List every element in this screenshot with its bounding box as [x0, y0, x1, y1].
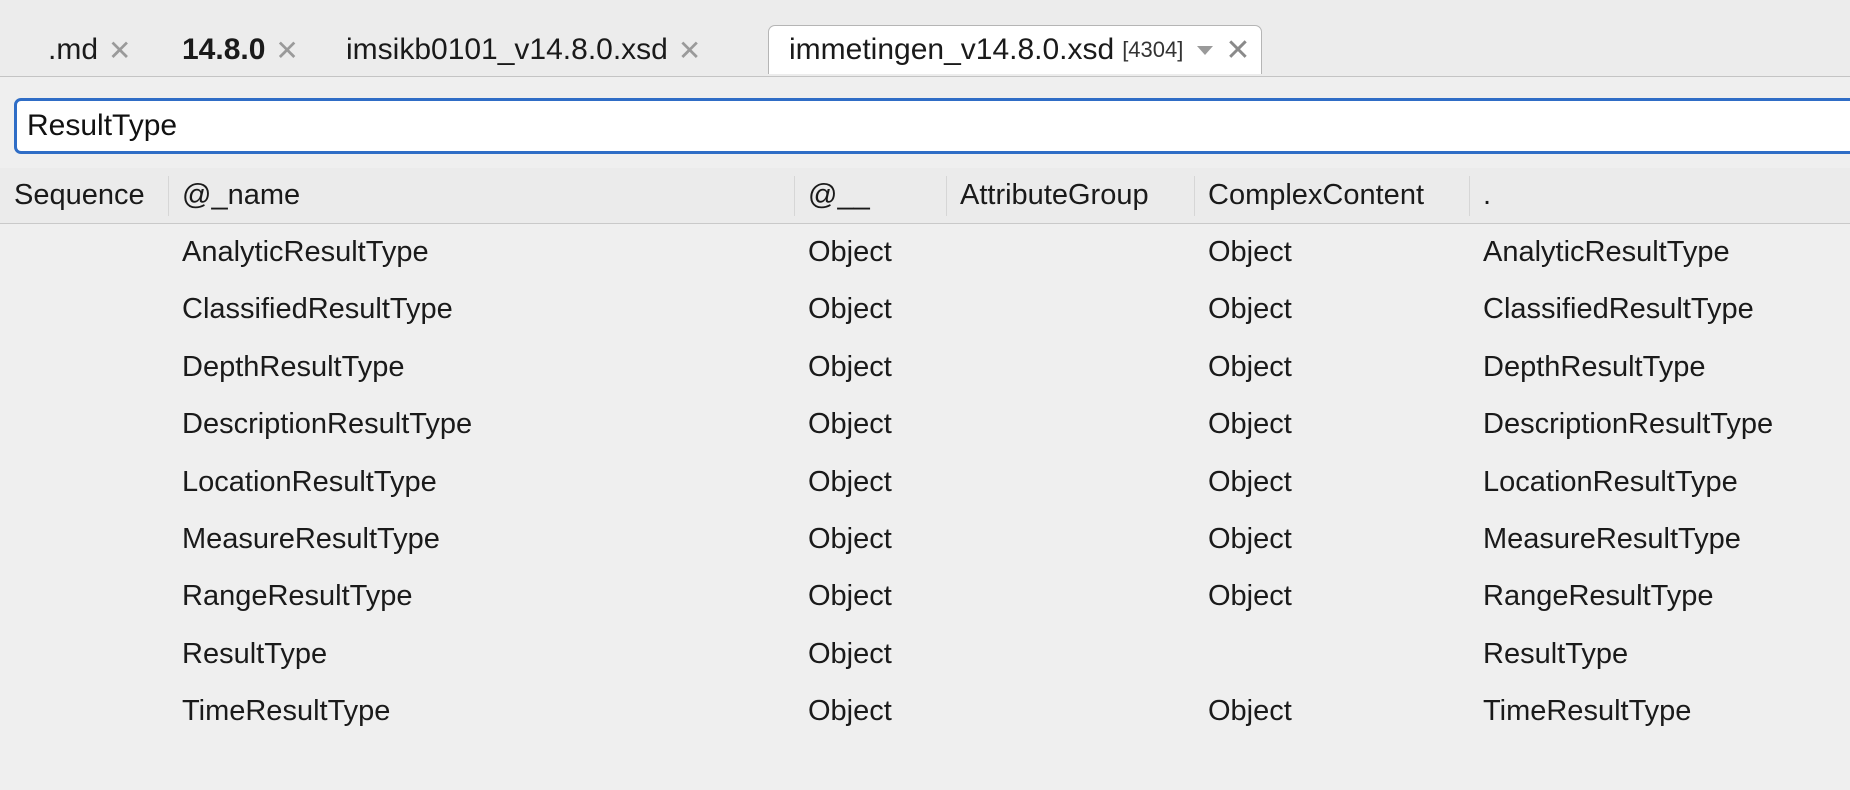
- cell-at: Object: [808, 695, 892, 728]
- tab-bar: .md ✕ 14.8.0 ✕ imsikb0101_v14.8.0.xsd ✕ …: [0, 0, 1850, 77]
- tab-14-8-0[interactable]: 14.8.0 ✕: [182, 26, 299, 74]
- cell-at: Object: [808, 350, 892, 383]
- cell-at: Object: [808, 522, 892, 555]
- column-divider[interactable]: [1194, 176, 1195, 216]
- cell-dot: ClassifiedResultType: [1483, 293, 1754, 326]
- close-icon[interactable]: ✕: [678, 34, 701, 67]
- cell-at: Object: [808, 637, 892, 670]
- cell-complex-content: Object: [1208, 465, 1292, 498]
- tab-label: 14.8.0: [182, 33, 266, 66]
- column-header-dot[interactable]: .: [1483, 168, 1491, 223]
- column-header-name[interactable]: @_name: [182, 168, 300, 223]
- tab-label: immetingen_v14.8.0.xsd: [789, 33, 1115, 66]
- cell-name: TimeResultType: [182, 695, 391, 728]
- table-row[interactable]: LocationResultType Object Object Locatio…: [0, 454, 1850, 511]
- column-header-at[interactable]: @__: [808, 168, 870, 223]
- table-row[interactable]: RangeResultType Object Object RangeResul…: [0, 568, 1850, 625]
- cell-at: Object: [808, 236, 892, 268]
- search-input[interactable]: [14, 98, 1850, 154]
- tab-label: .md: [48, 33, 99, 66]
- column-header-complex-content[interactable]: ComplexContent: [1208, 168, 1424, 223]
- cell-at: Object: [808, 293, 892, 326]
- tab-md[interactable]: .md ✕: [48, 26, 131, 74]
- cell-dot: TimeResultType: [1483, 695, 1692, 728]
- tab-label: imsikb0101_v14.8.0.xsd: [346, 33, 668, 66]
- cell-at: Object: [808, 408, 892, 441]
- column-divider[interactable]: [168, 176, 169, 216]
- cell-name: ResultType: [182, 637, 328, 670]
- tab-count: [4304]: [1122, 37, 1184, 62]
- table-header: Sequence @_name @__ AttributeGroup Compl…: [0, 168, 1850, 224]
- close-icon[interactable]: ✕: [1225, 33, 1250, 68]
- table-row[interactable]: TimeResultType Object Object TimeResultT…: [0, 683, 1850, 740]
- cell-dot: RangeResultType: [1483, 580, 1714, 613]
- cell-name: LocationResultType: [182, 465, 437, 498]
- cell-name: DepthResultType: [182, 350, 405, 383]
- cell-complex-content: Object: [1208, 293, 1292, 326]
- column-header-sequence[interactable]: Sequence: [14, 168, 145, 223]
- table-body: AnalyticResultType Object Object Analyti…: [0, 224, 1850, 741]
- close-icon[interactable]: ✕: [275, 34, 298, 67]
- cell-at: Object: [808, 465, 892, 498]
- tab-imsikb0101[interactable]: imsikb0101_v14.8.0.xsd ✕: [346, 26, 701, 74]
- cell-at: Object: [808, 580, 892, 613]
- column-divider[interactable]: [794, 176, 795, 216]
- cell-dot: LocationResultType: [1483, 465, 1738, 498]
- cell-dot: DepthResultType: [1483, 350, 1706, 383]
- cell-complex-content: Object: [1208, 408, 1292, 441]
- table-row[interactable]: ClassifiedResultType Object Object Class…: [0, 281, 1850, 338]
- table-row[interactable]: MeasureResultType Object Object MeasureR…: [0, 511, 1850, 568]
- cell-dot: MeasureResultType: [1483, 522, 1741, 555]
- column-divider[interactable]: [946, 176, 947, 216]
- cell-name: AnalyticResultType: [182, 236, 429, 268]
- cell-dot: DescriptionResultType: [1483, 408, 1774, 441]
- cell-complex-content: Object: [1208, 350, 1292, 383]
- cell-name: RangeResultType: [182, 580, 413, 613]
- table-row[interactable]: DescriptionResultType Object Object Desc…: [0, 396, 1850, 453]
- column-header-attribute-group[interactable]: AttributeGroup: [960, 168, 1149, 223]
- cell-complex-content: Object: [1208, 236, 1292, 268]
- cell-name: MeasureResultType: [182, 522, 440, 555]
- close-icon[interactable]: ✕: [108, 34, 131, 67]
- column-divider[interactable]: [1469, 176, 1470, 216]
- cell-complex-content: Object: [1208, 522, 1292, 555]
- cell-dot: AnalyticResultType: [1483, 236, 1730, 268]
- cell-name: DescriptionResultType: [182, 408, 473, 441]
- tab-immetingen[interactable]: immetingen_v14.8.0.xsd [4304] ✕: [768, 25, 1262, 74]
- chevron-down-icon[interactable]: [1197, 45, 1214, 55]
- cell-complex-content: Object: [1208, 580, 1292, 613]
- table-row[interactable]: ResultType Object ResultType: [0, 626, 1850, 683]
- table-row[interactable]: DepthResultType Object Object DepthResul…: [0, 339, 1850, 396]
- cell-name: ClassifiedResultType: [182, 293, 453, 326]
- table-row[interactable]: AnalyticResultType Object Object Analyti…: [0, 224, 1850, 281]
- cell-complex-content: Object: [1208, 695, 1292, 728]
- cell-dot: ResultType: [1483, 637, 1629, 670]
